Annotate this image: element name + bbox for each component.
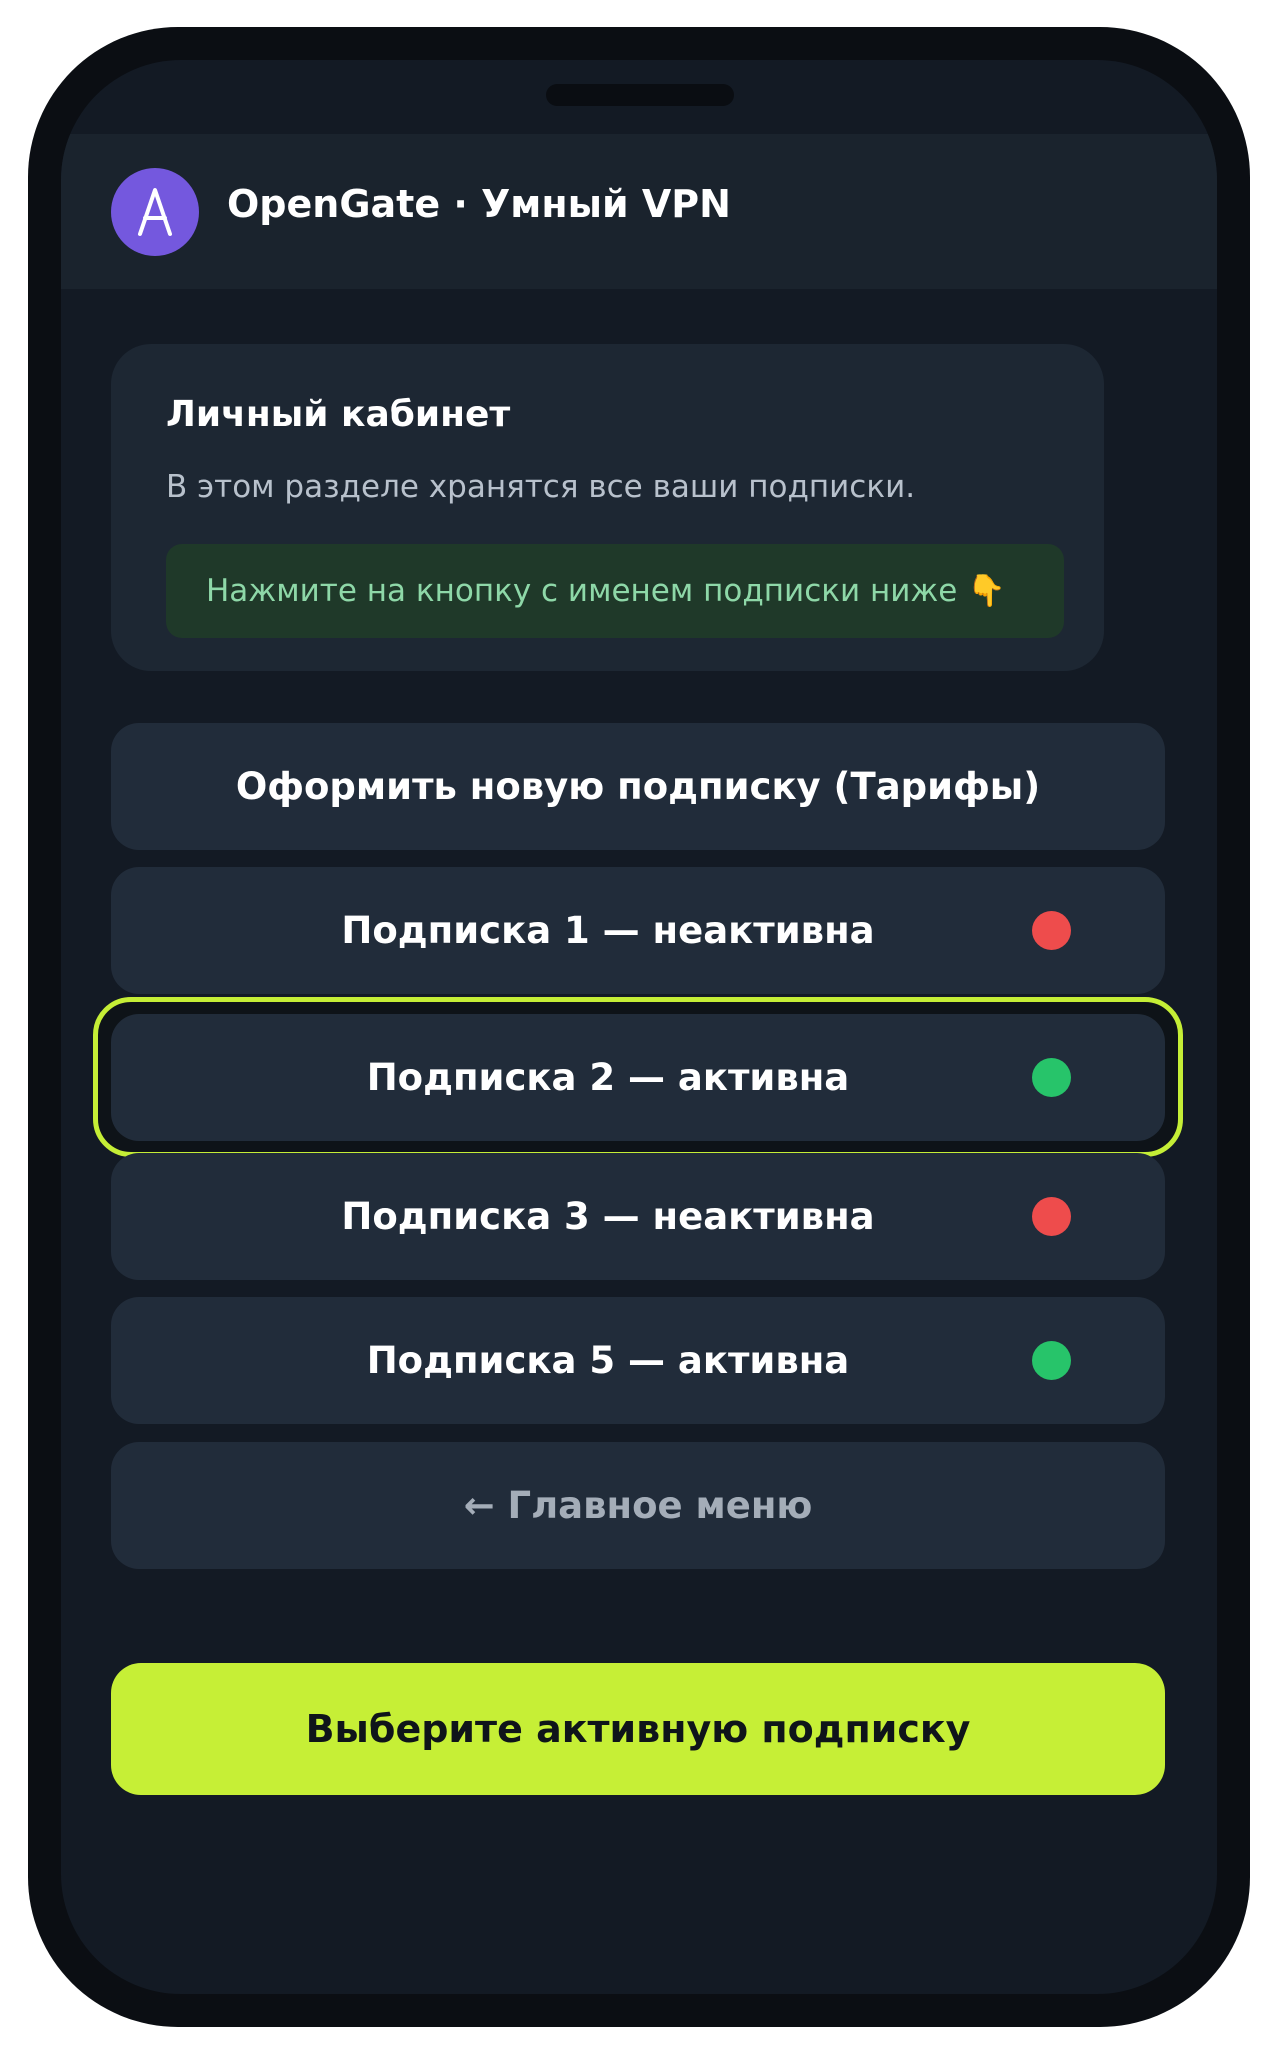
status-dot-inactive-icon: [1032, 911, 1071, 950]
chat-title: OpenGate · Умный VPN: [227, 182, 731, 226]
subscription-3-button[interactable]: Подписка 3 — неактивна: [111, 1153, 1165, 1280]
subscription-5-button[interactable]: Подписка 5 — активна: [111, 1297, 1165, 1424]
card-title: Личный кабинет: [166, 394, 511, 435]
status-dot-active-icon: [1032, 1058, 1071, 1097]
hint-text: Нажмите на кнопку с именем подписки ниже…: [206, 573, 1006, 609]
subscription-3-label: Подписка 3 — неактивна: [341, 1195, 875, 1238]
subscription-2-label: Подписка 2 — активна: [366, 1056, 850, 1099]
info-card: Личный кабинет В этом разделе хранятся в…: [111, 344, 1104, 671]
avatar-letter-icon: [138, 188, 172, 236]
subscription-2-button[interactable]: Подписка 2 — активна: [111, 1014, 1165, 1141]
status-dot-inactive-icon: [1032, 1197, 1071, 1236]
status-dot-active-icon: [1032, 1341, 1071, 1380]
app-screen: OpenGate · Умный VPN Личный кабинет В эт…: [61, 60, 1217, 1994]
select-active-subscription-button[interactable]: Выберите активную подписку: [111, 1663, 1165, 1795]
main-menu-label: ← Главное меню: [463, 1484, 813, 1527]
bot-avatar[interactable]: [111, 168, 199, 256]
select-active-subscription-label: Выберите активную подписку: [305, 1707, 971, 1751]
hint-banner: Нажмите на кнопку с именем подписки ниже…: [166, 544, 1064, 638]
subscription-1-button[interactable]: Подписка 1 — неактивна: [111, 867, 1165, 994]
main-menu-button[interactable]: ← Главное меню: [111, 1442, 1165, 1569]
new-subscription-button[interactable]: Оформить новую подписку (Тарифы): [111, 723, 1165, 850]
chat-header: OpenGate · Умный VPN: [61, 134, 1217, 289]
card-description: В этом разделе хранятся все ваши подписк…: [166, 469, 916, 505]
new-subscription-label: Оформить новую подписку (Тарифы): [235, 765, 1041, 808]
subscription-1-label: Подписка 1 — неактивна: [341, 909, 875, 952]
subscription-5-label: Подписка 5 — активна: [366, 1339, 850, 1382]
speaker-notch: [546, 84, 734, 106]
phone-frame: OpenGate · Умный VPN Личный кабинет В эт…: [28, 27, 1250, 2027]
